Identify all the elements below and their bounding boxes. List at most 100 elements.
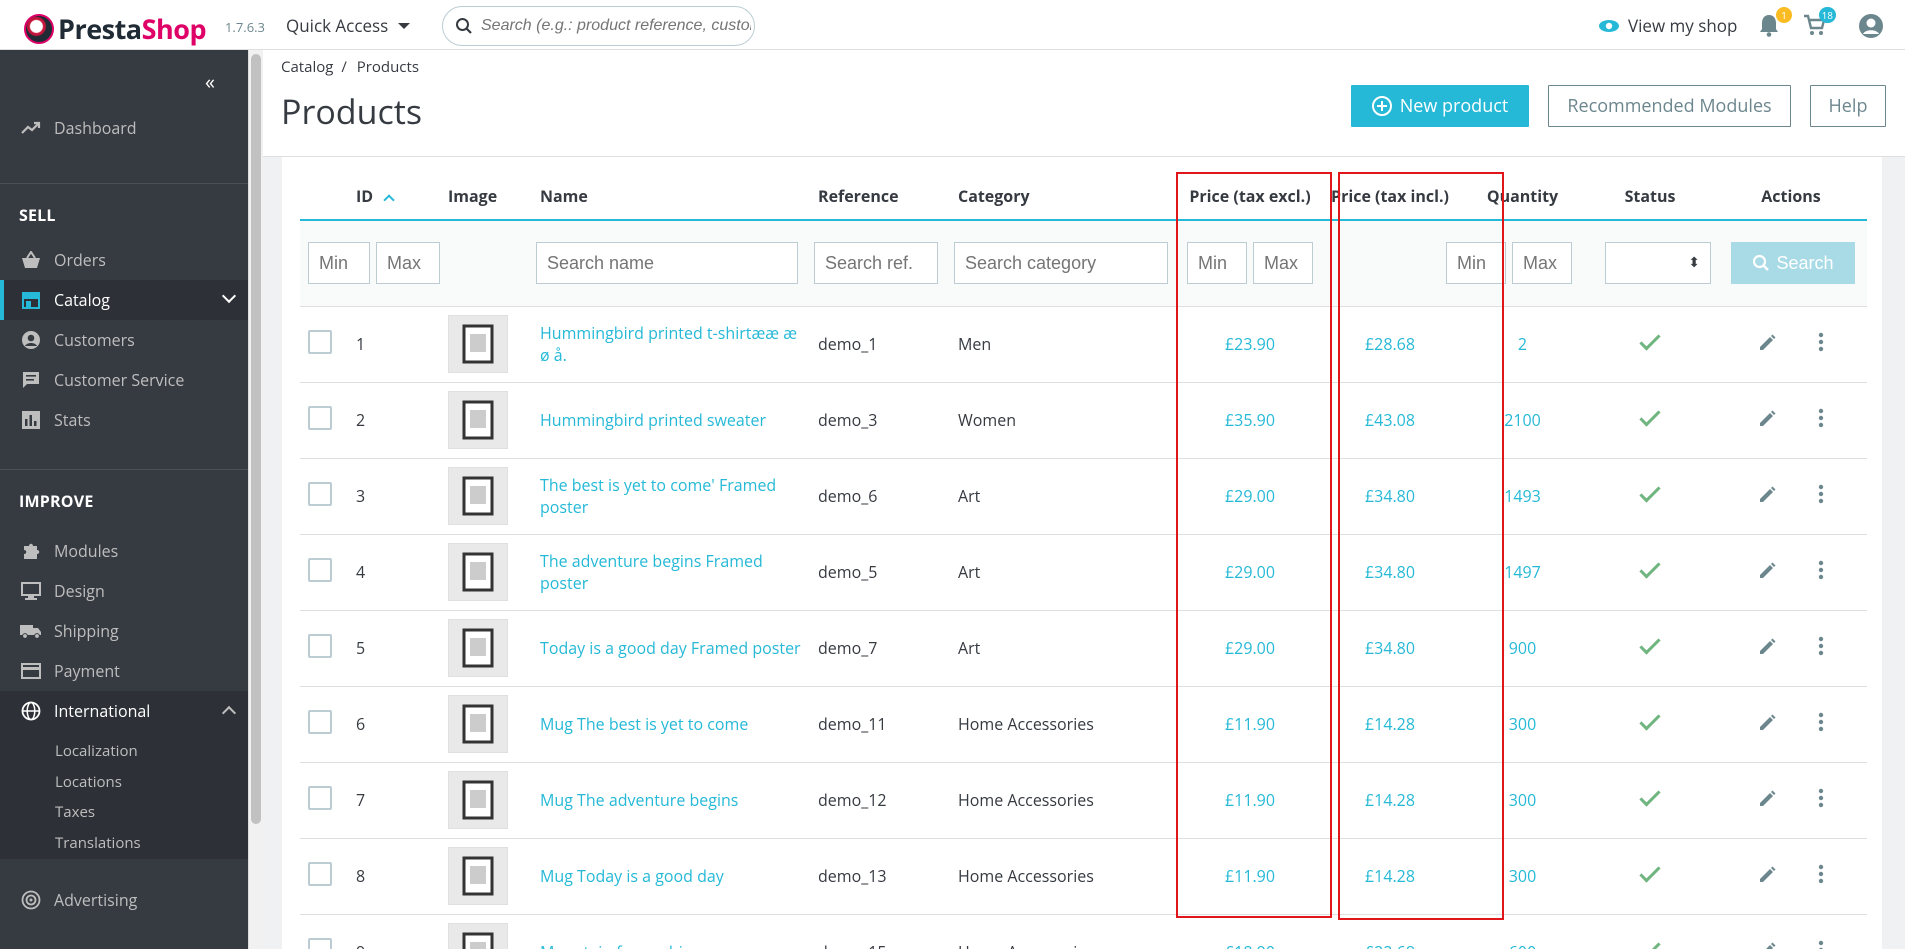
col-name[interactable]: Name (532, 172, 810, 221)
sidebar-item-international[interactable]: International (0, 691, 248, 731)
quantity-min-input[interactable] (1446, 242, 1506, 285)
check-icon[interactable] (1639, 557, 1661, 579)
row-quantity[interactable]: 300 (1509, 865, 1536, 887)
row-price-incl[interactable]: £34.80 (1365, 561, 1415, 583)
edit-pencil-icon[interactable] (1758, 790, 1776, 808)
product-name-link[interactable]: Hummingbird printed t-shirtææ æ ø å. (540, 322, 797, 366)
row-price-incl[interactable]: £14.28 (1365, 789, 1415, 811)
product-name-link[interactable]: Today is a good day Framed poster (540, 637, 801, 659)
row-price-excl[interactable]: £29.00 (1225, 485, 1275, 507)
edit-pencil-icon[interactable] (1758, 638, 1776, 656)
more-vertical-icon[interactable] (1818, 636, 1824, 656)
sidebar-item-payment[interactable]: Payment (0, 651, 248, 691)
submenu-item-locations[interactable]: Locations (55, 772, 122, 792)
row-quantity[interactable]: 2100 (1504, 409, 1541, 431)
row-checkbox[interactable] (308, 937, 332, 949)
col-price-incl[interactable]: Price (tax incl.) (1320, 172, 1460, 221)
product-thumbnail[interactable] (448, 315, 508, 373)
check-icon[interactable] (1639, 633, 1661, 655)
more-vertical-icon[interactable] (1818, 864, 1824, 884)
more-vertical-icon[interactable] (1818, 332, 1824, 352)
more-vertical-icon[interactable] (1818, 484, 1824, 504)
search-ref-input[interactable] (814, 242, 938, 285)
more-vertical-icon[interactable] (1818, 560, 1824, 580)
product-name-link[interactable]: Mug The adventure begins (540, 789, 738, 811)
scrollbar-thumb[interactable] (251, 54, 261, 824)
edit-pencil-icon[interactable] (1758, 486, 1776, 504)
check-icon[interactable] (1639, 937, 1661, 949)
table-row[interactable]: 9 Mountain fox cushion demo_15 Home Acce… (300, 914, 1867, 949)
table-row[interactable]: 7 Mug The adventure begins demo_12 Home … (300, 762, 1867, 839)
product-thumbnail[interactable] (448, 391, 508, 449)
more-vertical-icon[interactable] (1818, 712, 1824, 732)
row-checkbox[interactable] (308, 633, 332, 658)
sort-asc-icon[interactable] (383, 193, 395, 206)
edit-pencil-icon[interactable] (1758, 866, 1776, 884)
sidebar-item-design[interactable]: Design (0, 571, 248, 611)
user-avatar-icon[interactable] (1858, 13, 1884, 39)
table-row[interactable]: 6 Mug The best is yet to come demo_11 Ho… (300, 686, 1867, 763)
edit-pencil-icon[interactable] (1758, 714, 1776, 732)
sidebar-item-stats[interactable]: Stats (0, 400, 248, 440)
row-checkbox[interactable] (308, 785, 332, 810)
notifications-bell-icon[interactable]: 1 (1758, 7, 1792, 37)
table-row[interactable]: 8 Mug Today is a good day demo_13 Home A… (300, 838, 1867, 915)
product-thumbnail[interactable] (448, 695, 508, 753)
edit-pencil-icon[interactable] (1758, 942, 1776, 949)
search-name-input[interactable] (536, 242, 798, 285)
row-checkbox[interactable] (308, 405, 332, 430)
quantity-max-input[interactable] (1512, 242, 1572, 285)
table-row[interactable]: 2 Hummingbird printed sweater demo_3 Wom… (300, 382, 1867, 459)
row-quantity[interactable]: 1493 (1504, 485, 1541, 507)
table-row[interactable]: 1 Hummingbird printed t-shirtææ æ ø å. d… (300, 306, 1867, 383)
row-price-excl[interactable]: £23.90 (1225, 333, 1275, 355)
product-name-link[interactable]: Mug The best is yet to come (540, 713, 748, 735)
edit-pencil-icon[interactable] (1758, 410, 1776, 428)
row-checkbox[interactable] (308, 709, 332, 734)
submenu-item-localization[interactable]: Localization (55, 741, 138, 761)
sidebar-item-advertising[interactable]: Advertising (0, 880, 248, 920)
price-max-input[interactable] (1253, 242, 1313, 285)
quick-access-dropdown[interactable]: Quick Access (286, 14, 411, 37)
cart-icon[interactable]: 18 (1802, 7, 1836, 37)
table-row[interactable]: 3 The best is yet to come' Framed poster… (300, 458, 1867, 535)
row-quantity[interactable]: 1497 (1504, 561, 1541, 583)
product-thumbnail[interactable] (448, 467, 508, 525)
product-name-link[interactable]: The adventure begins Framed poster (540, 550, 763, 594)
row-price-incl[interactable]: £28.68 (1365, 333, 1415, 355)
check-icon[interactable] (1639, 785, 1661, 807)
product-name-link[interactable]: Mountain fox cushion (540, 941, 702, 949)
price-min-input[interactable] (1187, 242, 1247, 285)
row-price-excl[interactable]: £35.90 (1225, 409, 1275, 431)
row-price-excl[interactable]: £29.00 (1225, 637, 1275, 659)
row-price-excl[interactable]: £11.90 (1225, 713, 1275, 735)
more-vertical-icon[interactable] (1818, 408, 1824, 428)
prestashop-logo[interactable]: PrestaShop (24, 10, 207, 47)
view-my-shop-link[interactable]: View my shop (1598, 14, 1737, 37)
row-checkbox[interactable] (308, 557, 332, 582)
check-icon[interactable] (1639, 709, 1661, 731)
row-price-excl[interactable]: £29.00 (1225, 561, 1275, 583)
row-checkbox[interactable] (308, 329, 332, 354)
row-quantity[interactable]: 900 (1509, 637, 1536, 659)
submenu-item-taxes[interactable]: Taxes (55, 802, 95, 822)
sidebar-item-dashboard[interactable]: Dashboard (0, 108, 248, 148)
collapse-sidebar-icon[interactable]: « (205, 68, 215, 95)
product-name-link[interactable]: The best is yet to come' Framed poster (540, 474, 776, 518)
product-thumbnail[interactable] (448, 619, 508, 677)
product-thumbnail[interactable] (448, 923, 508, 949)
row-price-excl[interactable]: £11.90 (1225, 789, 1275, 811)
edit-pencil-icon[interactable] (1758, 562, 1776, 580)
product-thumbnail[interactable] (448, 771, 508, 829)
check-icon[interactable] (1639, 329, 1661, 351)
row-price-incl[interactable]: £43.08 (1365, 409, 1415, 431)
row-checkbox[interactable] (308, 481, 332, 506)
search-category-input[interactable] (954, 242, 1168, 285)
row-quantity[interactable]: 2 (1518, 333, 1527, 355)
product-name-link[interactable]: Mug Today is a good day (540, 865, 724, 887)
row-price-incl[interactable]: £14.28 (1365, 713, 1415, 735)
sidebar-item-catalog[interactable]: Catalog (0, 280, 248, 320)
id-max-input[interactable] (376, 242, 440, 285)
col-status[interactable]: Status (1585, 172, 1715, 221)
more-vertical-icon[interactable] (1818, 788, 1824, 808)
